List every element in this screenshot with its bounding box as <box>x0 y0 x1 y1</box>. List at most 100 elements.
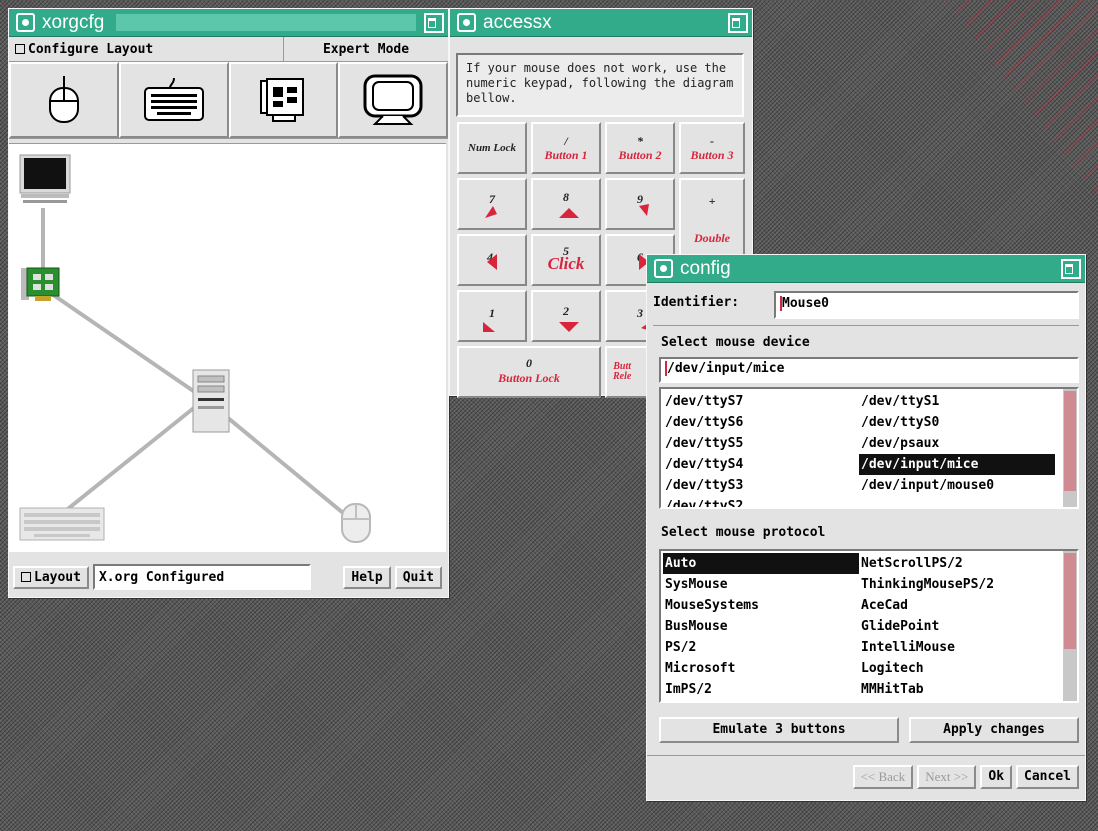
keyboard-icon <box>143 77 204 121</box>
list-item-selected[interactable]: /dev/input/mice <box>859 454 1055 475</box>
key-minus[interactable]: - Button 3 <box>679 122 745 174</box>
identifier-value: Mouse0 <box>780 296 829 311</box>
list-item[interactable]: /dev/ttyS6 <box>663 412 859 433</box>
key-8[interactable]: 8 <box>531 178 601 230</box>
arrow-up-right-icon <box>639 204 649 216</box>
layout-diagram <box>41 208 356 524</box>
key-2[interactable]: 2 <box>531 290 601 342</box>
monitor-device-icon[interactable] <box>19 154 71 206</box>
key-slash[interactable]: / Button 1 <box>531 122 601 174</box>
accessx-titlebar[interactable]: accessx <box>450 9 752 37</box>
layout-canvas[interactable] <box>9 143 446 552</box>
key-5-label: 5 <box>563 244 569 258</box>
device-input[interactable]: /dev/input/mice <box>659 357 1079 383</box>
device-list[interactable]: /dev/ttyS7 /dev/ttyS6 /dev/ttyS5 /dev/tt… <box>659 387 1079 509</box>
back-label: << Back <box>860 769 906 784</box>
computer-device-icon[interactable] <box>189 368 233 434</box>
list-item[interactable]: /dev/ttyS5 <box>663 433 859 454</box>
list-item[interactable]: AceCad <box>859 595 1059 616</box>
keyboard-tool-button[interactable] <box>118 62 229 138</box>
list-item[interactable]: IntelliMouse <box>859 637 1059 658</box>
list-item[interactable]: SysMouse <box>663 574 859 595</box>
videocard-tool-button[interactable] <box>228 62 339 138</box>
cancel-button[interactable]: Cancel <box>1016 765 1079 789</box>
list-item[interactable]: GlidePoint <box>859 616 1059 637</box>
list-item-selected[interactable]: Auto <box>663 553 859 574</box>
key-star[interactable]: * Button 2 <box>605 122 675 174</box>
list-item[interactable]: /dev/ttyS0 <box>859 412 1055 433</box>
footer-divider <box>647 755 1085 756</box>
list-item[interactable]: MMHitTab <box>859 679 1059 700</box>
key-1[interactable]: 1 <box>457 290 527 342</box>
window-menu-icon[interactable] <box>16 13 35 32</box>
layout-button[interactable]: Layout <box>13 565 89 589</box>
configure-menu[interactable]: Configure Layout <box>9 37 284 61</box>
xorgcfg-titlebar[interactable]: xorgcfg <box>9 9 448 37</box>
mouse-tool-button[interactable] <box>9 62 119 138</box>
key-star-symbol: * <box>637 134 643 148</box>
ok-button[interactable]: Ok <box>980 765 1013 789</box>
list-item[interactable]: MouseSystems <box>663 595 859 616</box>
key-button-release-label: Butt Rele <box>613 361 632 382</box>
expert-mode-button[interactable]: Expert Mode <box>284 37 448 61</box>
window-menu-icon[interactable] <box>654 259 673 278</box>
back-button[interactable]: << Back <box>852 765 914 789</box>
mouse-device-icon[interactable] <box>339 500 373 546</box>
list-item[interactable]: /dev/ttyS3 <box>663 475 859 496</box>
title-fill <box>116 14 416 31</box>
key-5[interactable]: 5 Click <box>531 234 601 286</box>
videocard-device-icon[interactable] <box>21 266 63 304</box>
status-text: X.org Configured <box>98 570 225 585</box>
key-4[interactable]: 4 <box>457 234 527 286</box>
device-value: /dev/input/mice <box>665 361 785 376</box>
maximize-icon[interactable] <box>1061 258 1081 279</box>
device-section-label: Select mouse device <box>661 335 810 350</box>
key-7[interactable]: 7 <box>457 178 527 230</box>
help-button[interactable]: Help <box>343 565 391 589</box>
quit-button[interactable]: Quit <box>394 565 442 589</box>
keyboard-device-icon[interactable] <box>19 504 105 544</box>
scroll-thumb[interactable] <box>1064 553 1076 649</box>
list-item[interactable]: /dev/psaux <box>859 433 1055 454</box>
list-item[interactable]: ThinkingMousePS/2 <box>859 574 1059 595</box>
scroll-thumb[interactable] <box>1064 391 1076 491</box>
list-item[interactable]: NetScrollPS/2 <box>859 553 1059 574</box>
config-titlebar[interactable]: config <box>647 255 1085 283</box>
list-item[interactable]: PS/2 <box>663 637 859 658</box>
emulate-3-buttons-toggle[interactable]: Emulate 3 buttons <box>659 717 899 743</box>
maximize-icon[interactable] <box>728 12 748 33</box>
next-button[interactable]: Next >> <box>917 765 977 789</box>
list-item[interactable]: ImPS/2 <box>663 679 859 700</box>
arrow-down-left-icon <box>483 322 495 332</box>
window-title: config <box>680 257 731 279</box>
protocol-col1: Auto SysMouse MouseSystems BusMouse PS/2… <box>663 553 859 700</box>
instructions-box: If your mouse does not work, use the num… <box>456 53 744 117</box>
list-item[interactable]: /dev/ttyS4 <box>663 454 859 475</box>
identifier-input[interactable]: Mouse0 <box>774 291 1079 319</box>
window-title: accessx <box>483 11 552 33</box>
list-item[interactable]: Logitech <box>859 658 1059 679</box>
mouse-icon <box>48 76 79 123</box>
protocol-scrollbar[interactable] <box>1063 551 1077 701</box>
key-num-lock[interactable]: Num Lock <box>457 122 527 174</box>
protocol-col2: NetScrollPS/2 ThinkingMousePS/2 AceCad G… <box>859 553 1059 700</box>
next-label: Next >> <box>925 769 969 784</box>
list-item[interactable]: /dev/input/mouse0 <box>859 475 1055 496</box>
key-slash-symbol: / <box>564 134 568 148</box>
protocol-list[interactable]: Auto SysMouse MouseSystems BusMouse PS/2… <box>659 549 1079 703</box>
list-item[interactable]: /dev/ttyS2 <box>663 496 859 507</box>
apply-changes-button[interactable]: Apply changes <box>909 717 1079 743</box>
list-item[interactable]: /dev/ttyS7 <box>663 391 859 412</box>
list-item[interactable]: Microsoft <box>663 658 859 679</box>
key-9[interactable]: 9 <box>605 178 675 230</box>
key-0[interactable]: 0 Button Lock <box>457 346 601 398</box>
list-item[interactable]: BusMouse <box>663 616 859 637</box>
device-scrollbar[interactable] <box>1063 389 1077 507</box>
monitor-tool-button[interactable] <box>338 62 448 138</box>
arrow-up-left-icon <box>485 206 497 218</box>
list-item[interactable]: /dev/ttyS1 <box>859 391 1055 412</box>
window-menu-icon[interactable] <box>457 13 476 32</box>
wizard-buttons: << Back Next >> Ok Cancel <box>852 765 1079 789</box>
key-button3-label: Button 3 <box>690 147 734 162</box>
maximize-icon[interactable] <box>424 12 444 33</box>
